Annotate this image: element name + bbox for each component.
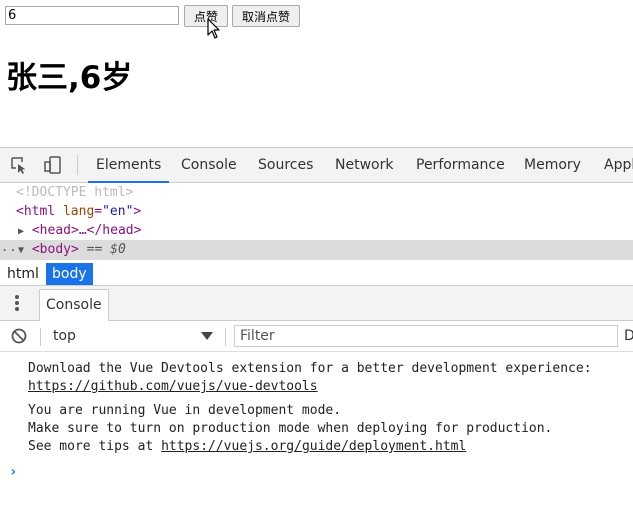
tab-performance[interactable]: Performance [416,148,505,182]
devtools-panel: Elements Console Sources Network Perform… [0,147,633,523]
message-text: Download the Vue Devtools extension for … [28,361,592,376]
toolbar-divider [225,328,226,346]
message-text: Make sure to turn on production mode whe… [28,421,553,436]
console-message: Download the Vue Devtools extension for … [28,360,592,396]
unlike-button[interactable]: 取消点赞 [232,5,300,27]
equals-sign: = [94,204,103,219]
person-heading: 张三,6岁 [6,60,133,96]
toolbar-divider [40,328,41,346]
body-open-tag: <body> [31,242,79,257]
tab-sources[interactable]: Sources [258,148,313,182]
expand-triangle-icon[interactable]: ▶ [18,226,24,237]
head-ellipsis: … [78,223,87,238]
age-input[interactable] [5,6,179,25]
html-lang-value: "en" [102,204,134,219]
html-node[interactable]: <html lang="en"> [16,202,141,221]
head-node[interactable]: ▶ <head>…</head> [18,221,141,240]
html-open-tag: <html [16,204,56,219]
device-toolbar-icon[interactable] [44,156,62,174]
vue-devtools-link[interactable]: https://github.com/vuejs/vue-devtools [28,379,318,394]
context-selector[interactable]: top [53,321,76,351]
body-node-selected[interactable]: ... ▼ <body> == $0 [0,240,633,260]
toolbar-divider [77,155,78,175]
console-output: Download the Vue Devtools extension for … [0,352,633,523]
console-toolbar: top D [0,321,633,352]
tab-memory[interactable]: Memory [524,148,581,182]
tab-network[interactable]: Network [335,148,393,182]
head-open-tag: <head> [31,223,79,238]
page-content: 点赞 取消点赞 张三,6岁 [0,0,633,147]
inspect-element-icon[interactable] [10,156,28,174]
tab-elements[interactable]: Elements [87,148,170,183]
clear-console-icon[interactable] [11,328,27,344]
chevron-down-icon[interactable] [201,332,213,340]
elements-tree: <!DOCTYPE html> <html lang="en"> ▶ <head… [0,183,633,263]
drawer-tab-console[interactable]: Console [39,289,109,321]
html-lang-attr: lang [62,204,95,219]
vue-deployment-link[interactable]: https://vuejs.org/guide/deployment.html [161,439,466,454]
breadcrumb: html body [0,263,633,286]
breadcrumb-body[interactable]: body [46,263,93,285]
collapse-triangle-icon[interactable]: ▼ [18,245,24,256]
selected-node-ref: == $0 [86,242,126,257]
tab-application[interactable]: Appl [604,148,633,182]
mouse-cursor-icon [207,18,220,39]
head-close-tag: </head> [86,223,142,238]
doctype-node[interactable]: <!DOCTYPE html> [16,183,133,202]
console-prompt-icon[interactable]: › [9,464,17,480]
html-close-bracket: > [133,204,142,219]
console-filter-input[interactable] [234,325,618,347]
message-text: See more tips at [28,439,162,454]
drawer-menu-icon[interactable] [14,293,20,313]
drawer-header: Console [0,286,633,321]
console-message: You are running Vue in development mode.… [28,402,552,456]
breadcrumb-html[interactable]: html [1,263,45,285]
message-text: You are running Vue in development mode. [28,403,342,418]
log-level-selector[interactable]: D [624,321,633,351]
tab-console[interactable]: Console [181,148,237,182]
devtools-tabbar: Elements Console Sources Network Perform… [0,148,633,183]
like-button[interactable]: 点赞 [184,5,228,27]
